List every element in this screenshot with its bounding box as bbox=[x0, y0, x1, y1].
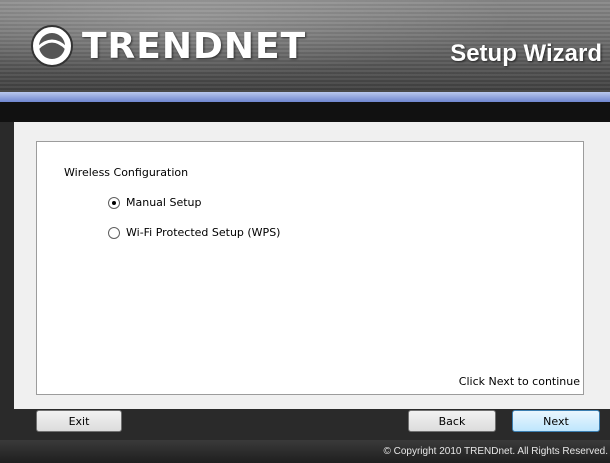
copyright-text: © Copyright 2010 TRENDnet. All Rights Re… bbox=[383, 446, 608, 457]
radio-button-checked[interactable] bbox=[108, 196, 120, 209]
content-box bbox=[36, 141, 584, 395]
page-title: Setup Wizard bbox=[450, 40, 602, 67]
radio-wps-setup[interactable]: Wi-Fi Protected Setup (WPS) bbox=[108, 226, 280, 239]
next-button[interactable]: Next bbox=[512, 410, 600, 432]
radio-manual-setup[interactable]: Manual Setup bbox=[108, 196, 202, 209]
back-button[interactable]: Back bbox=[408, 410, 496, 432]
exit-button[interactable]: Exit bbox=[36, 410, 122, 432]
radio-button-unchecked[interactable] bbox=[108, 226, 120, 239]
radio-label: Manual Setup bbox=[126, 196, 202, 209]
continue-hint: Click Next to continue bbox=[458, 375, 580, 388]
radio-label: Wi-Fi Protected Setup (WPS) bbox=[126, 226, 281, 239]
accent-bar bbox=[0, 92, 610, 102]
trendnet-logo-icon bbox=[31, 25, 73, 67]
section-title: Wireless Configuration bbox=[64, 166, 189, 179]
brand-logo-text: TRENDNET bbox=[82, 26, 307, 67]
divider-strip bbox=[0, 102, 610, 122]
